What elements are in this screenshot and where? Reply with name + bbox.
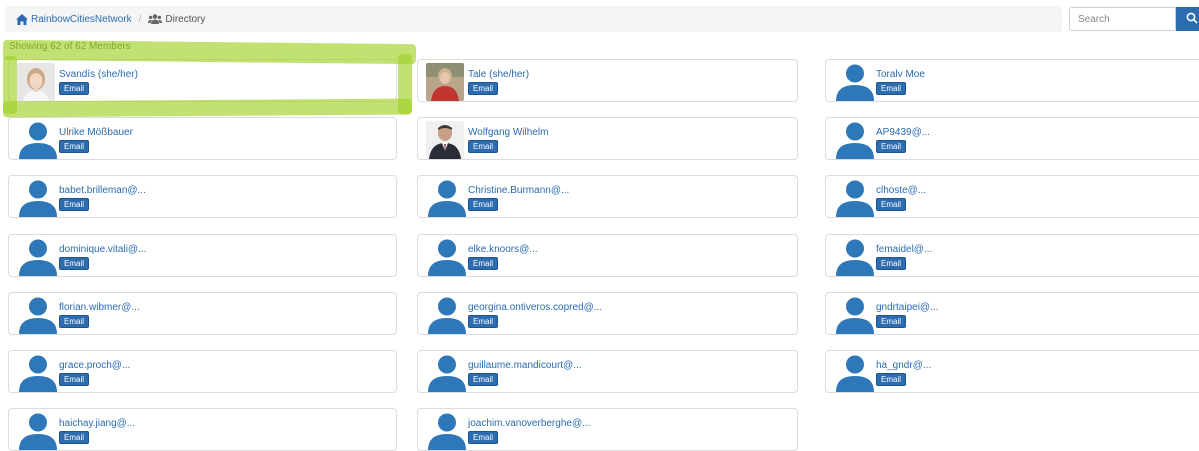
- email-button[interactable]: Email: [59, 198, 90, 211]
- email-button[interactable]: Email: [876, 140, 907, 153]
- member-photo: [426, 121, 464, 159]
- member-name-link[interactable]: AP9439@...: [876, 127, 930, 138]
- email-button[interactable]: Email: [876, 198, 907, 211]
- breadcrumb-current-label: Directory: [165, 13, 206, 25]
- member-name-link[interactable]: Svandís (she/her): [59, 69, 138, 80]
- member-card: Wolfgang Wilhelm Email: [417, 117, 798, 160]
- member-name-link[interactable]: gndrtaipei@...: [876, 302, 938, 313]
- member-card: gndrtaipei@... Email: [825, 292, 1199, 335]
- breadcrumb-home-label: RainbowCitiesNetwork: [31, 13, 132, 25]
- email-button[interactable]: Email: [876, 315, 907, 328]
- member-card: clhoste@... Email: [825, 175, 1199, 218]
- member-card: ha_gndr@... Email: [825, 350, 1199, 393]
- search-icon: [1186, 12, 1198, 24]
- default-user-icon: [836, 355, 874, 392]
- default-user-icon: [428, 413, 466, 450]
- email-button[interactable]: Email: [59, 373, 90, 386]
- default-user-icon: [19, 355, 57, 392]
- default-user-icon: [836, 239, 874, 276]
- member-name-link[interactable]: georgina.ontiveros.copred@...: [468, 302, 602, 313]
- member-name-link[interactable]: florian.wibmer@...: [59, 302, 140, 313]
- email-button[interactable]: Email: [468, 373, 499, 386]
- member-photo: [17, 63, 55, 101]
- member-name-link[interactable]: elke.knoors@...: [468, 244, 538, 255]
- default-user-icon: [19, 239, 57, 276]
- member-card: Toralv Moe Email: [825, 59, 1199, 102]
- default-user-icon: [836, 297, 874, 334]
- member-card: grace.proch@... Email: [8, 350, 397, 393]
- member-card: Ulrike Mößbauer Email: [8, 117, 397, 160]
- member-card: haichay.jiang@... Email: [8, 408, 397, 451]
- breadcrumb-current: Directory: [148, 14, 205, 25]
- email-button[interactable]: Email: [59, 431, 90, 444]
- email-button[interactable]: Email: [468, 82, 499, 95]
- email-button[interactable]: Email: [468, 257, 499, 270]
- member-name-link[interactable]: Ulrike Mößbauer: [59, 127, 133, 138]
- default-user-icon: [19, 413, 57, 450]
- member-name-link[interactable]: haichay.jiang@...: [59, 418, 135, 429]
- top-bar: RainbowCitiesNetwork / Directory: [0, 0, 1199, 38]
- breadcrumb: RainbowCitiesNetwork / Directory: [5, 6, 1062, 32]
- member-name-link[interactable]: guillaume.mandicourt@...: [468, 360, 582, 371]
- default-user-icon: [19, 122, 57, 159]
- default-user-icon: [428, 180, 466, 217]
- member-card: Tale (she/her) Email: [417, 59, 798, 102]
- member-photo: [426, 63, 464, 101]
- default-user-icon: [428, 297, 466, 334]
- member-name-link[interactable]: femaidel@...: [876, 244, 932, 255]
- default-user-icon: [836, 122, 874, 159]
- users-icon: [148, 14, 163, 24]
- default-user-icon: [836, 64, 874, 101]
- email-button[interactable]: Email: [876, 373, 907, 386]
- email-button[interactable]: Email: [59, 82, 90, 95]
- member-name-link[interactable]: Wolfgang Wilhelm: [468, 127, 548, 138]
- breadcrumb-home-link[interactable]: RainbowCitiesNetwork: [16, 13, 132, 25]
- member-card: Christine.Burmann@... Email: [417, 175, 798, 218]
- member-card: elke.knoors@... Email: [417, 234, 798, 277]
- home-icon: [16, 13, 28, 25]
- email-button[interactable]: Email: [876, 257, 907, 270]
- member-name-link[interactable]: Toralv Moe: [876, 69, 925, 80]
- email-button[interactable]: Email: [468, 198, 499, 211]
- email-button[interactable]: Email: [59, 140, 90, 153]
- email-button[interactable]: Email: [59, 315, 90, 328]
- highlight-marker: [398, 54, 412, 114]
- default-user-icon: [19, 297, 57, 334]
- member-name-link[interactable]: clhoste@...: [876, 185, 926, 196]
- email-button[interactable]: Email: [468, 140, 499, 153]
- search-input[interactable]: [1069, 7, 1176, 31]
- member-count-text: Showing 62 of 62 Members: [9, 41, 131, 52]
- member-card: guillaume.mandicourt@... Email: [417, 350, 798, 393]
- member-card: joachim.vanoverberghe@... Email: [417, 408, 798, 451]
- member-card: florian.wibmer@... Email: [8, 292, 397, 335]
- default-user-icon: [428, 355, 466, 392]
- member-name-link[interactable]: babet.brilleman@...: [59, 185, 146, 196]
- default-user-icon: [19, 180, 57, 217]
- email-button[interactable]: Email: [468, 315, 499, 328]
- member-name-link[interactable]: ha_gndr@...: [876, 360, 931, 371]
- member-card: babet.brilleman@... Email: [8, 175, 397, 218]
- member-name-link[interactable]: Tale (she/her): [468, 69, 529, 80]
- member-name-link[interactable]: grace.proch@...: [59, 360, 130, 371]
- email-button[interactable]: Email: [59, 257, 90, 270]
- default-user-icon: [428, 239, 466, 276]
- member-card: georgina.ontiveros.copred@... Email: [417, 292, 798, 335]
- search-button[interactable]: [1176, 7, 1199, 31]
- email-button[interactable]: Email: [468, 431, 499, 444]
- member-card: Svandís (she/her) Email: [8, 59, 397, 102]
- default-user-icon: [836, 180, 874, 217]
- member-card: femaidel@... Email: [825, 234, 1199, 277]
- breadcrumb-separator: /: [138, 13, 142, 25]
- member-name-link[interactable]: joachim.vanoverberghe@...: [468, 418, 590, 429]
- member-card: AP9439@... Email: [825, 117, 1199, 160]
- member-card: dominique.vitali@... Email: [8, 234, 397, 277]
- email-button[interactable]: Email: [876, 82, 907, 95]
- member-name-link[interactable]: Christine.Burmann@...: [468, 185, 569, 196]
- member-name-link[interactable]: dominique.vitali@...: [59, 244, 146, 255]
